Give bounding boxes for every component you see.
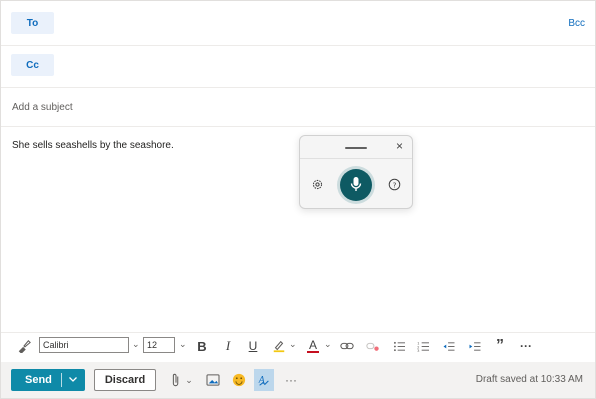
underline-button[interactable]: U bbox=[246, 337, 260, 355]
font-size-select[interactable]: 12 bbox=[143, 337, 175, 353]
gear-icon[interactable] bbox=[311, 178, 324, 194]
message-body[interactable]: She sells seashells by the seashore. bbox=[12, 140, 174, 151]
quote-icon[interactable]: ” bbox=[493, 337, 507, 355]
formatting-toolbar: Calibri ⌄ 12 ⌄ B I U ⌄ A ⌄ 123 ” ··· bbox=[1, 332, 595, 359]
unlink-icon[interactable] bbox=[365, 337, 381, 355]
draft-status: Draft saved at 10:33 AM bbox=[475, 374, 583, 385]
close-icon[interactable]: × bbox=[396, 139, 403, 153]
image-icon[interactable] bbox=[205, 371, 221, 389]
link-icon[interactable] bbox=[339, 337, 355, 355]
highlight-icon[interactable] bbox=[271, 337, 287, 355]
chevron-down-icon[interactable]: ⌄ bbox=[179, 339, 187, 350]
microphone-button[interactable] bbox=[340, 169, 372, 201]
font-color-icon: A bbox=[308, 338, 317, 352]
to-row: To Bcc bbox=[1, 1, 595, 46]
format-painter-icon[interactable] bbox=[15, 337, 33, 355]
to-button[interactable]: To bbox=[11, 12, 54, 34]
subject-row bbox=[1, 87, 595, 127]
chevron-down-icon[interactable]: ⌄ bbox=[132, 339, 140, 350]
action-bar: Send Discard ⌄ A ··· Draft saved at 10:3… bbox=[1, 362, 595, 398]
bcc-button[interactable]: Bcc bbox=[568, 18, 585, 29]
chevron-down-icon[interactable] bbox=[68, 374, 78, 387]
more-icon[interactable]: ··· bbox=[517, 337, 535, 355]
font-name-select[interactable]: Calibri bbox=[39, 337, 129, 353]
drag-handle-icon[interactable] bbox=[345, 147, 367, 149]
divider bbox=[300, 158, 412, 159]
svg-text:?: ? bbox=[393, 180, 397, 189]
subject-input[interactable]: Add a subject bbox=[12, 102, 73, 113]
dictation-panel: × ? bbox=[299, 135, 413, 209]
cc-button[interactable]: Cc bbox=[11, 54, 54, 76]
send-button[interactable]: Send bbox=[11, 369, 85, 391]
indent-icon[interactable] bbox=[467, 337, 483, 355]
svg-text:3: 3 bbox=[417, 349, 420, 352]
divider bbox=[61, 373, 62, 387]
chevron-down-icon[interactable]: ⌄ bbox=[324, 339, 332, 350]
discard-button[interactable]: Discard bbox=[94, 369, 156, 391]
bullets-icon[interactable] bbox=[391, 337, 407, 355]
editor-icon[interactable]: A bbox=[254, 369, 274, 391]
bold-button[interactable]: B bbox=[195, 337, 209, 355]
cc-row: Cc bbox=[1, 45, 595, 88]
italic-button[interactable]: I bbox=[221, 337, 235, 355]
microphone-icon bbox=[349, 176, 363, 195]
numbering-icon[interactable]: 123 bbox=[415, 337, 431, 355]
help-icon[interactable]: ? bbox=[388, 178, 401, 194]
attach-icon[interactable] bbox=[170, 371, 182, 389]
chevron-down-icon[interactable]: ⌄ bbox=[289, 339, 297, 350]
chevron-down-icon[interactable]: ⌄ bbox=[184, 371, 194, 389]
emoji-icon[interactable] bbox=[231, 371, 247, 389]
compose-window: To Bcc Cc Add a subject She sells seashe… bbox=[0, 0, 596, 399]
more-icon[interactable]: ··· bbox=[282, 371, 300, 389]
font-color-button[interactable]: A bbox=[305, 337, 321, 355]
send-label: Send bbox=[25, 374, 52, 386]
outdent-icon[interactable] bbox=[441, 337, 457, 355]
